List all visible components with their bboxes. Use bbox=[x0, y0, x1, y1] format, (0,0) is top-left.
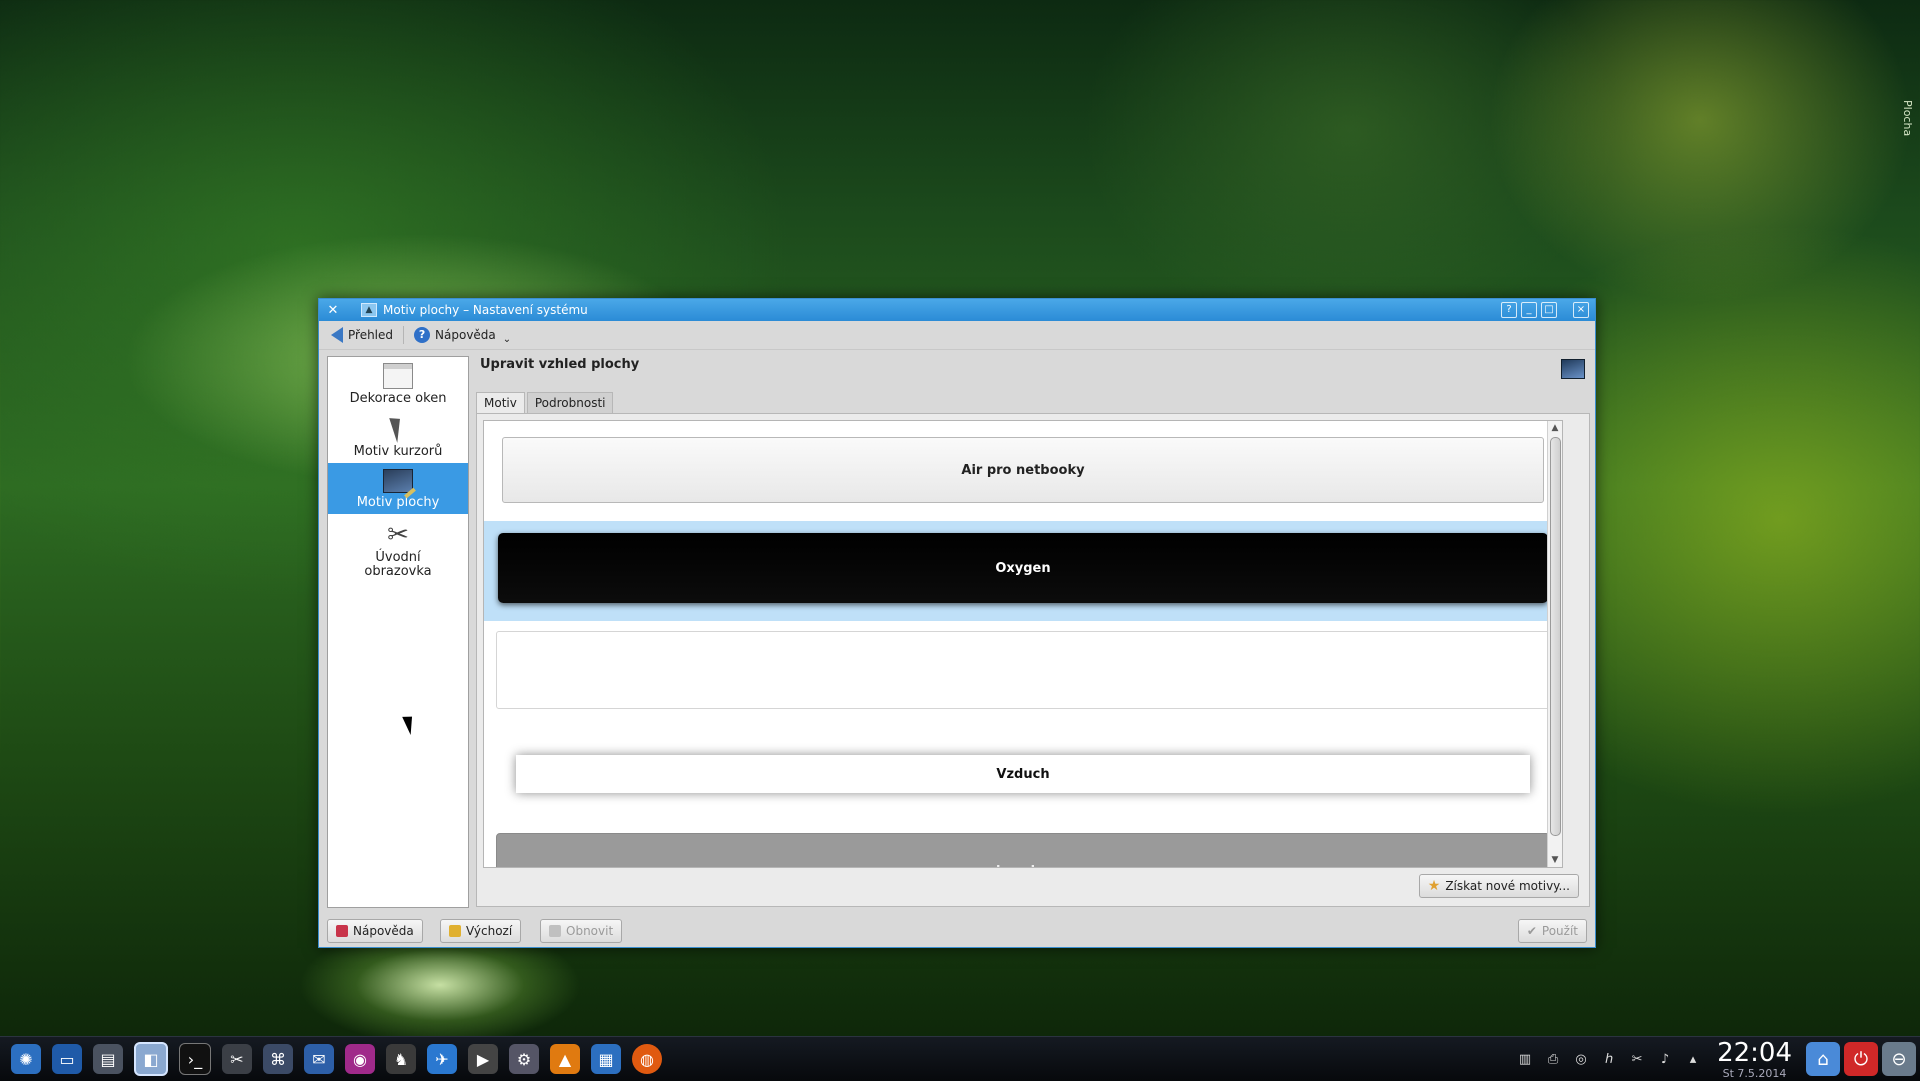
scrollbar[interactable]: ▲ ▼ bbox=[1547, 421, 1562, 867]
system-settings-task-icon[interactable]: ◧ bbox=[134, 1042, 168, 1076]
network-manager-icon[interactable]: ◎ bbox=[1570, 1048, 1592, 1070]
reset-button[interactable]: Obnovit bbox=[540, 919, 623, 943]
defaults-button[interactable]: Výchozí bbox=[440, 919, 522, 943]
apply-button-label: Použít bbox=[1541, 924, 1578, 938]
window-menu-icon[interactable]: ▲ bbox=[361, 303, 377, 317]
volume-icon[interactable]: ♪ bbox=[1654, 1048, 1676, 1070]
tab-theme[interactable]: Motiv bbox=[476, 392, 525, 413]
list-item[interactable] bbox=[484, 621, 1562, 721]
chevron-down-icon[interactable]: ⌄ bbox=[503, 334, 511, 345]
toolbar: Přehled ? Nápověda ⌄ bbox=[319, 321, 1595, 350]
clipboard-icon[interactable]: ✂ bbox=[1626, 1048, 1648, 1070]
hp-icon[interactable]: ℎ bbox=[1598, 1048, 1620, 1070]
reset-button-label: Obnovit bbox=[566, 924, 614, 938]
browser-icon[interactable]: ✈ bbox=[427, 1044, 457, 1074]
power-icon[interactable]: ⏻ bbox=[1844, 1042, 1878, 1076]
eye-icon[interactable]: ◉ bbox=[345, 1044, 375, 1074]
desktop-theme-header-icon bbox=[1561, 359, 1585, 379]
config-icon[interactable]: ⚙ bbox=[509, 1044, 539, 1074]
network-icon[interactable]: ⌘ bbox=[263, 1044, 293, 1074]
list-item[interactable]: glowglass bbox=[484, 821, 1562, 867]
window-title: Motiv plochy – Nastavení systému bbox=[383, 303, 588, 317]
pager-icon[interactable]: ▤ bbox=[93, 1044, 123, 1074]
theme-preview-blank bbox=[496, 631, 1550, 709]
overview-button[interactable]: Přehled bbox=[325, 325, 399, 345]
window-titlebar[interactable]: ✕ ▲ Motiv plochy – Nastavení systému ? _… bbox=[319, 299, 1595, 321]
get-new-themes-button[interactable]: ★ Získat nové motivy... bbox=[1418, 874, 1579, 898]
checkmark-icon: ✔ bbox=[1526, 924, 1537, 938]
theme-list[interactable]: Air pro netbooky Oxygen Vzduch glowglass… bbox=[483, 420, 1563, 868]
desktop-theme-icon bbox=[383, 469, 413, 493]
toolbar-separator bbox=[403, 326, 405, 344]
help-menu-button[interactable]: ? Nápověda ⌄ bbox=[408, 324, 517, 347]
theme-preview-glowglass: glowglass bbox=[496, 833, 1550, 867]
minimize-button[interactable]: _ bbox=[1521, 302, 1537, 318]
theme-preview-air: Vzduch bbox=[516, 755, 1530, 793]
mouse-icon[interactable]: ♞ bbox=[386, 1044, 416, 1074]
theme-preview-oxygen: Oxygen bbox=[498, 533, 1548, 603]
help-icon: ? bbox=[414, 327, 431, 343]
clock-date: St 7.5.2014 bbox=[1722, 1066, 1787, 1080]
scroll-up-icon[interactable]: ▲ bbox=[1548, 421, 1562, 435]
defaults-icon bbox=[449, 925, 461, 937]
overview-label: Přehled bbox=[348, 328, 394, 342]
sidebar-item-splash-screen[interactable]: ✂ Úvodní obrazovka bbox=[328, 514, 468, 583]
get-new-themes-label: Získat nové motivy... bbox=[1445, 879, 1570, 893]
terminal-icon[interactable]: ›_ bbox=[179, 1043, 211, 1075]
system-settings-window: ✕ ▲ Motiv plochy – Nastavení systému ? _… bbox=[318, 298, 1596, 948]
theme-preview-air-netbook: Air pro netbooky bbox=[502, 437, 1544, 503]
printer-icon[interactable]: ⎙ bbox=[1542, 1048, 1564, 1070]
theme-panel: Air pro netbooky Oxygen Vzduch glowglass… bbox=[476, 413, 1590, 907]
app-tools-icon[interactable]: ✕ bbox=[323, 303, 343, 318]
sidebar-item-cursor-theme[interactable]: Motiv kurzorů bbox=[328, 410, 468, 463]
help-button-label: Nápověda bbox=[353, 924, 414, 938]
clock-time: 22:04 bbox=[1717, 1037, 1792, 1068]
scroll-down-icon[interactable]: ▼ bbox=[1548, 853, 1562, 867]
scrollbar-thumb[interactable] bbox=[1550, 437, 1561, 836]
desktop-side-label[interactable]: Plocha bbox=[1901, 100, 1914, 136]
tab-details[interactable]: Podrobnosti bbox=[526, 392, 614, 413]
app-launcher-icon[interactable]: ✺ bbox=[11, 1044, 41, 1074]
list-item[interactable]: Air pro netbooky bbox=[484, 421, 1562, 521]
chevron-up-icon[interactable]: ▴ bbox=[1682, 1048, 1704, 1070]
sidebar: Dekorace oken Motiv kurzorů Motiv plochy… bbox=[327, 356, 469, 908]
maximize-button[interactable]: □ bbox=[1541, 302, 1557, 318]
sidebar-item-label: Dekorace oken bbox=[349, 391, 447, 406]
list-item[interactable]: Oxygen bbox=[484, 521, 1562, 621]
window-decoration-icon bbox=[383, 363, 413, 389]
defaults-button-label: Výchozí bbox=[466, 924, 513, 938]
help-window-button[interactable]: ? bbox=[1501, 302, 1517, 318]
lock-icon[interactable]: ⌂ bbox=[1806, 1042, 1840, 1076]
star-icon: ★ bbox=[1427, 878, 1441, 894]
list-item[interactable]: Vzduch bbox=[484, 721, 1562, 821]
sidebar-item-label: Motiv plochy bbox=[356, 495, 440, 510]
tools-icon: ✂ bbox=[387, 520, 409, 550]
system-tray: ▥ ⎙ ◎ ℎ ✂ ♪ ▴ 22:04 St 7.5.2014 ⌂ ⏻ ⊖ bbox=[1511, 1037, 1920, 1081]
close-button[interactable]: × bbox=[1573, 302, 1589, 318]
help-book-icon bbox=[336, 925, 348, 937]
taskbar: ✺ ▭ ▤ ◧ ›_ ✂ ⌘ ✉ ◉ ♞ ✈ ▶ ⚙ ▲ ▦ ◍ ▥ ⎙ ◎ ℎ… bbox=[0, 1036, 1920, 1081]
video-editor-icon[interactable]: ▶ bbox=[468, 1044, 498, 1074]
reset-icon bbox=[549, 925, 561, 937]
page-title: Upravit vzhled plochy bbox=[480, 357, 640, 372]
back-arrow-icon bbox=[331, 327, 343, 343]
tab-bar: Motiv Podrobnosti bbox=[476, 392, 615, 413]
cursor-icon bbox=[389, 415, 407, 443]
sidebar-item-window-decorations[interactable]: Dekorace oken bbox=[328, 357, 468, 410]
sidebar-item-label: Motiv kurzorů bbox=[353, 444, 443, 459]
vlc-icon[interactable]: ▲ bbox=[550, 1044, 580, 1074]
sidebar-item-desktop-theme[interactable]: Motiv plochy bbox=[328, 463, 468, 514]
help-label: Nápověda bbox=[435, 328, 496, 342]
logout-icon[interactable]: ⊖ bbox=[1882, 1042, 1916, 1076]
sidebar-item-label: Úvodní obrazovka bbox=[364, 550, 432, 579]
show-desktop-icon[interactable]: ▭ bbox=[52, 1044, 82, 1074]
writer-icon[interactable]: ▦ bbox=[591, 1044, 621, 1074]
help-button[interactable]: Nápověda bbox=[327, 919, 423, 943]
trash-icon[interactable]: ▥ bbox=[1514, 1048, 1536, 1070]
clock[interactable]: 22:04 St 7.5.2014 bbox=[1717, 1039, 1792, 1080]
firefox-icon[interactable]: ◍ bbox=[632, 1044, 662, 1074]
tools-icon[interactable]: ✂ bbox=[222, 1044, 252, 1074]
apply-button[interactable]: ✔ Použít bbox=[1517, 919, 1587, 943]
thunderbird-icon[interactable]: ✉ bbox=[304, 1044, 334, 1074]
